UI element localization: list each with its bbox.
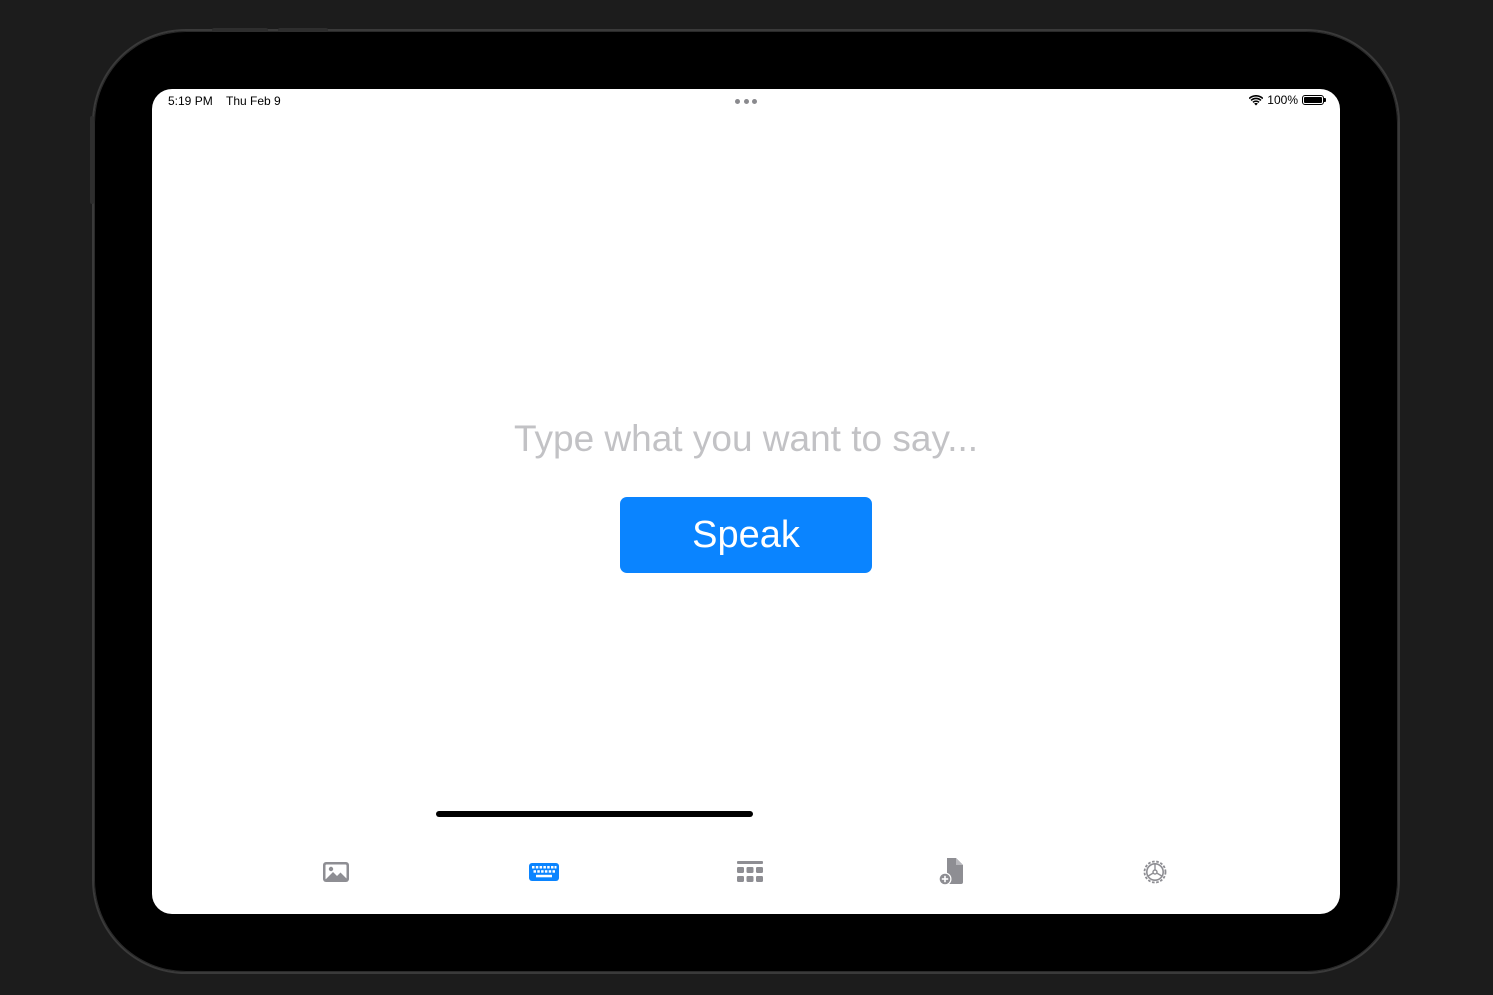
tab-photos[interactable] [306, 852, 366, 892]
tab-keyboard[interactable] [514, 852, 574, 892]
photo-icon [323, 862, 349, 882]
wifi-icon [1249, 94, 1264, 105]
battery-full-icon [1302, 95, 1326, 105]
status-bar: 5:19 PM Thu Feb 9 100% [152, 89, 1340, 113]
status-date: Thu Feb 9 [226, 94, 281, 108]
power-button [90, 116, 94, 204]
multitasking-menu[interactable] [735, 99, 757, 104]
app-screen: 5:19 PM Thu Feb 9 100% Speak [152, 89, 1340, 914]
tab-grid[interactable] [720, 852, 780, 892]
keyboard-icon [529, 863, 559, 881]
tab-add-document[interactable] [922, 852, 982, 892]
status-indicators: 100% [1249, 93, 1326, 107]
add-document-icon [938, 858, 963, 886]
speech-text-input[interactable] [452, 414, 1040, 464]
settings-gear-icon [1143, 860, 1167, 884]
battery-percent: 100% [1267, 93, 1298, 107]
grid-icon [737, 861, 763, 882]
speak-button[interactable]: Speak [620, 497, 872, 573]
volume-button-top [212, 28, 268, 32]
tab-settings[interactable] [1125, 852, 1185, 892]
volume-button-second [278, 28, 328, 32]
dot [735, 99, 740, 104]
status-time: 5:19 PM [168, 94, 213, 108]
tab-bar [152, 834, 1340, 914]
home-indicator[interactable] [436, 811, 753, 817]
dot [752, 99, 757, 104]
dot [743, 99, 749, 104]
